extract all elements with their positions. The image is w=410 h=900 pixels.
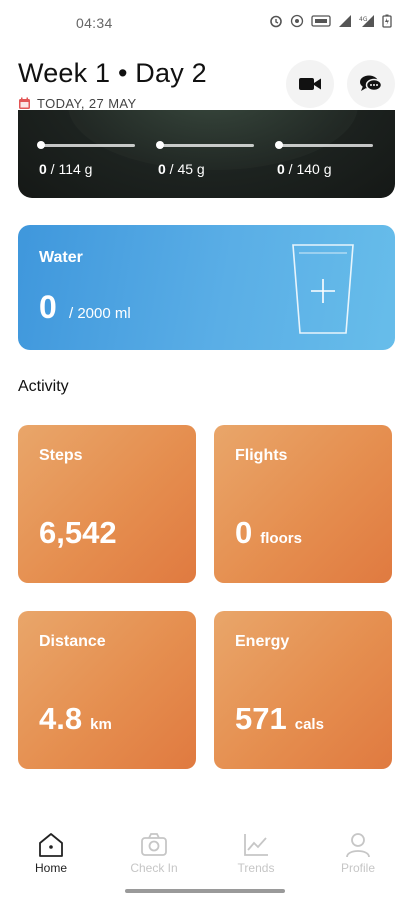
macro-fat: 0 / 45 g xyxy=(156,141,254,177)
distance-unit: km xyxy=(90,716,112,733)
flights-unit: floors xyxy=(260,530,302,547)
gesture-bar[interactable] xyxy=(125,889,285,893)
tile-value: 4.8 km xyxy=(39,701,112,737)
water-card[interactable]: Water 0 / 2000 ml xyxy=(18,225,395,350)
nav-label: Profile xyxy=(340,861,375,875)
home-icon xyxy=(39,833,63,857)
signal-data-icon: 4G xyxy=(359,15,374,27)
nav-label: Check In xyxy=(130,861,178,875)
macro-target: / 45 g xyxy=(165,161,205,177)
signal-icon xyxy=(339,15,351,27)
calendar-icon xyxy=(19,97,30,109)
macro-target: / 114 g xyxy=(46,161,93,177)
energy-value: 571 xyxy=(235,701,287,736)
steps-value: 6,542 xyxy=(39,515,117,550)
tile-value: 0 floors xyxy=(235,515,302,551)
distance-tile[interactable]: Distance 4.8 km xyxy=(18,611,196,769)
add-water-cup-icon[interactable] xyxy=(291,241,355,337)
water-goal: / 2000 ml xyxy=(69,305,131,322)
activity-title: Activity xyxy=(18,378,69,395)
steps-tile[interactable]: Steps 6,542 xyxy=(18,425,196,583)
energy-unit: cals xyxy=(294,716,324,733)
nav-trends[interactable]: Trends xyxy=(221,832,291,875)
macro-current: 0 xyxy=(277,161,285,177)
hotspot-icon xyxy=(290,14,304,28)
tile-label: Steps xyxy=(39,447,83,464)
video-call-button[interactable] xyxy=(286,60,334,108)
macro-progress-bar xyxy=(37,141,135,149)
macro-progress-bar xyxy=(156,141,254,149)
tile-label: Energy xyxy=(235,633,290,650)
status-bar: 04:34 4G xyxy=(0,0,410,46)
tile-label: Distance xyxy=(39,633,106,650)
macros-card[interactable]: 0 / 114 g 0 / 45 g 0 / 140 g xyxy=(18,110,395,198)
svg-text:4G: 4G xyxy=(359,16,368,23)
tile-value: 571 cals xyxy=(235,701,324,737)
date-row: TODAY, 27 MAY xyxy=(18,96,137,111)
video-camera-icon xyxy=(299,78,321,90)
water-label: Water xyxy=(39,249,83,266)
date-label: TODAY, 27 MAY xyxy=(37,96,137,111)
page-title: Week 1 • Day 2 xyxy=(18,58,207,88)
battery-icon xyxy=(382,14,392,28)
status-icons: 4G xyxy=(269,14,392,28)
distance-value: 4.8 xyxy=(39,701,83,736)
nav-home[interactable]: Home xyxy=(16,832,86,875)
macro-current: 0 xyxy=(158,161,166,177)
chat-bubbles-icon xyxy=(360,75,383,92)
macro-target: / 140 g xyxy=(284,161,332,177)
volte-icon xyxy=(311,15,331,27)
flights-value: 0 xyxy=(235,515,253,550)
nav-label: Trends xyxy=(237,861,275,875)
macro-progress-bar xyxy=(275,141,373,149)
macro-carbs: 0 / 140 g xyxy=(275,141,373,177)
tile-value: 6,542 xyxy=(39,515,117,551)
nav-profile[interactable]: Profile xyxy=(323,832,393,875)
macro-protein: 0 / 114 g xyxy=(37,141,135,177)
chat-button[interactable] xyxy=(347,60,395,108)
nav-label: Home xyxy=(34,861,67,875)
bottom-nav: Home Check In Trends Profile xyxy=(0,818,410,900)
status-time: 04:34 xyxy=(76,15,113,31)
flights-tile[interactable]: Flights 0 floors xyxy=(214,425,392,583)
profile-icon xyxy=(346,833,370,858)
tile-label: Flights xyxy=(235,447,288,464)
chart-line-icon xyxy=(244,834,268,856)
water-value: 0 xyxy=(39,289,57,325)
camera-icon xyxy=(141,833,167,856)
nav-check-in[interactable]: Check In xyxy=(119,832,189,875)
macro-current: 0 xyxy=(39,161,47,177)
alarm-icon xyxy=(270,15,282,28)
energy-tile[interactable]: Energy 571 cals xyxy=(214,611,392,769)
